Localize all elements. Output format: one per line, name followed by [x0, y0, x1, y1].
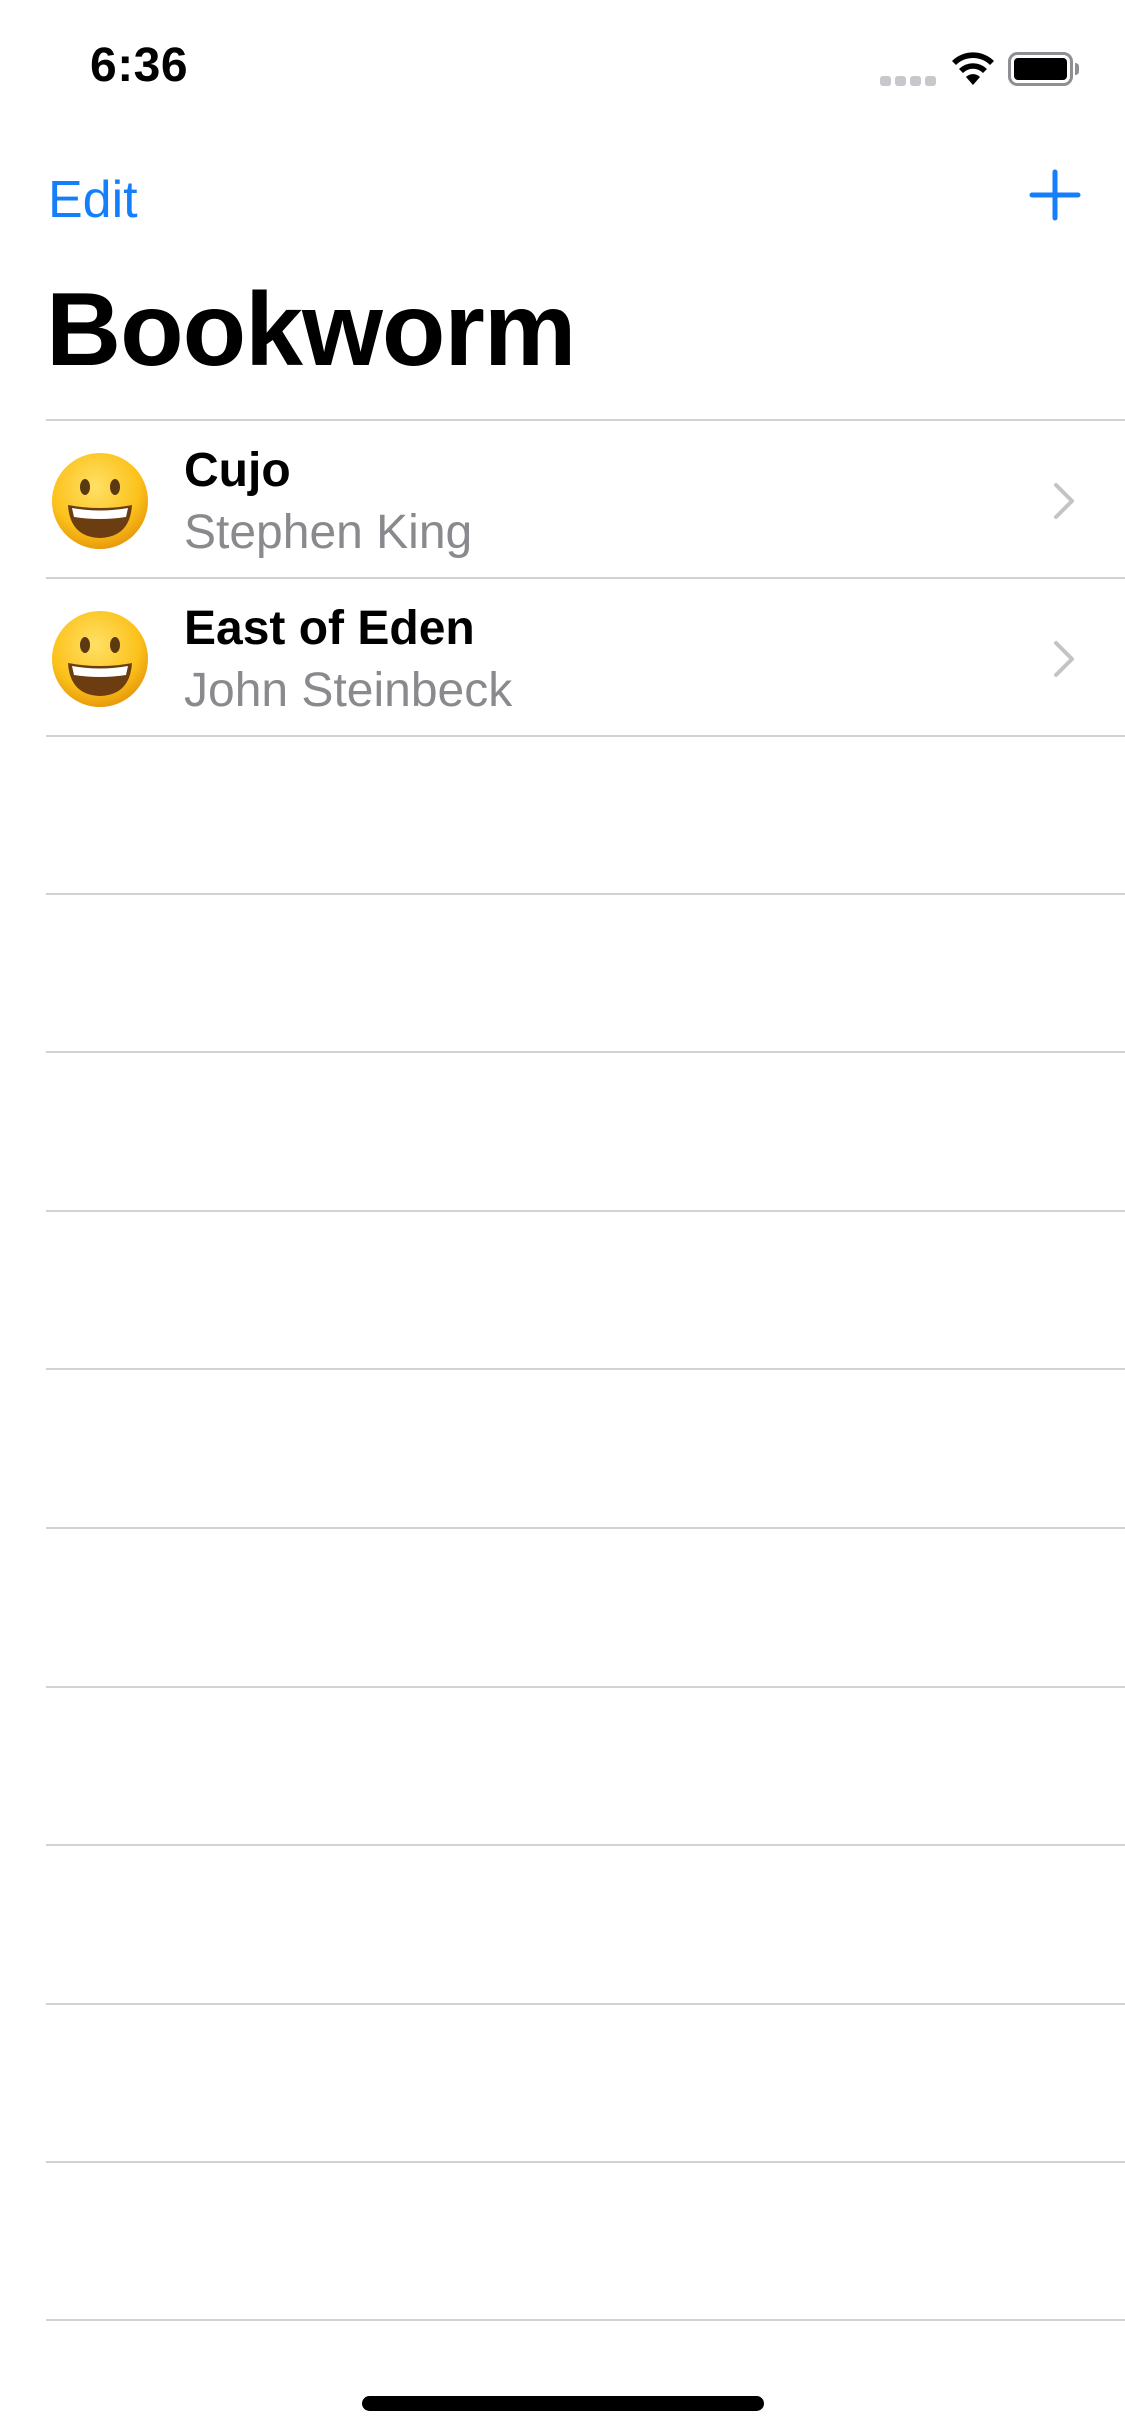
edit-button[interactable]: Edit	[48, 170, 138, 230]
list-separator	[46, 893, 1125, 895]
book-author: John Steinbeck	[184, 664, 513, 717]
list-separator	[46, 2319, 1125, 2321]
list-separator	[46, 1686, 1125, 1688]
page-title: Bookworm	[46, 272, 576, 388]
status-time: 6:36	[90, 39, 189, 92]
grinning-face-icon	[52, 611, 148, 707]
list-separator	[46, 2003, 1125, 2005]
plus-icon	[1029, 169, 1081, 221]
list-separator	[46, 2161, 1125, 2163]
chevron-right-icon	[1054, 483, 1074, 519]
list-separator	[46, 1844, 1125, 1846]
home-indicator[interactable]	[362, 2396, 764, 2411]
status-bar: 6:36	[0, 0, 1125, 132]
add-book-button[interactable]	[1028, 168, 1082, 222]
chevron-right-icon	[1054, 641, 1074, 677]
list-separator	[46, 735, 1125, 737]
list-separator	[46, 1051, 1125, 1053]
book-title: East of Eden	[184, 602, 475, 655]
book-title: Cujo	[184, 444, 291, 497]
list-separator	[46, 1368, 1125, 1370]
battery-icon	[1008, 52, 1079, 86]
book-row-east-of-eden[interactable]: East of Eden John Steinbeck	[0, 579, 1125, 737]
cellular-signal-icon	[880, 76, 936, 86]
wifi-icon	[952, 52, 994, 85]
grinning-face-icon	[52, 453, 148, 549]
book-author: Stephen King	[184, 506, 473, 559]
list-separator	[46, 1210, 1125, 1212]
book-row-cujo[interactable]: Cujo Stephen King	[0, 421, 1125, 579]
list-separator	[46, 1527, 1125, 1529]
